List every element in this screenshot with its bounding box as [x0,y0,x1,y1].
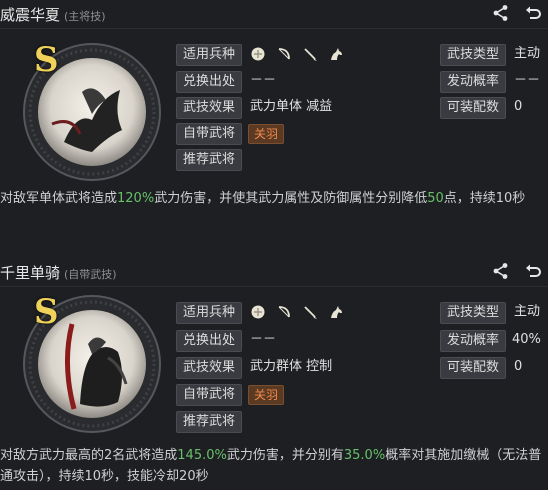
share-icon[interactable] [492,262,510,280]
back-icon[interactable] [524,262,542,280]
skill-title: 威震华夏 (主将技) [0,6,106,24]
bow-icon [278,48,290,60]
skill-description: 对敌方武力最高的2名武将造成145.0%武力伤害，并分别有35.0%概率对其施加… [0,448,542,484]
recommended-label: 推荐武将 [176,411,242,433]
skill-title: 千里单骑 (自带武技) [0,264,117,282]
troop-types-label: 适用兵种 [176,44,242,66]
spear-icon [304,48,317,61]
damage-highlight: 120% [117,191,155,206]
trigger-rate-label: 发动概率 [440,71,506,93]
header-divider [0,28,548,29]
trigger-rate-label: 发动概率 [440,330,506,352]
skill-card-2: 千里单骑 (自带武技) S 适用兵种 兑换出处 －－ 武技效果 武力群体 控制 自… [0,258,548,490]
source-value: －－ [250,73,277,88]
header-divider [0,286,548,287]
own-general-label: 自带武将 [176,123,242,145]
recommended-label: 推荐武将 [176,149,242,171]
value-highlight: 50 [427,191,444,206]
equip-count-label: 可装配数 [440,97,506,119]
source-label: 兑换出处 [176,71,242,93]
equip-count-value: 0 [514,359,523,374]
equip-count-label: 可装配数 [440,357,506,379]
skill-type-value: 主动 [514,46,541,61]
chance-highlight: 35.0% [343,448,386,463]
damage-highlight: 145.0% [177,448,227,463]
equip-count-value: 0 [514,99,523,114]
horse-icon [331,306,342,318]
skill-header: 千里单骑 (自带武技) [0,258,548,286]
trigger-rate-value: 40% [512,332,541,347]
skill-type-value: 主动 [514,304,541,319]
skill-type-label: 武技类型 [440,302,506,324]
own-general-tag[interactable]: 关羽 [248,124,285,144]
effect-value: 武力单体 减益 [250,99,333,114]
skill-subtitle: (自带武技) [64,268,117,281]
skill-header: 威震华夏 (主将技) [0,0,548,28]
troop-types-label: 适用兵种 [176,302,242,324]
shield-icon [251,305,265,319]
skill-description: 对敌军单体武将造成120%武力伤害，并使其武力属性及防御属性分别降低50点，持续… [0,191,526,206]
source-label: 兑换出处 [176,330,242,352]
effect-label: 武技效果 [176,357,242,379]
source-value: －－ [250,332,277,347]
trigger-rate-value: －－ [514,73,541,88]
share-icon[interactable] [492,4,510,22]
skill-subtitle: (主将技) [64,10,106,23]
shield-icon [251,47,265,61]
grade-badge: S [34,292,59,332]
back-icon[interactable] [524,4,542,22]
skill-type-label: 武技类型 [440,44,506,66]
effect-label: 武技效果 [176,97,242,119]
effect-value: 武力群体 控制 [250,359,333,374]
horse-icon [331,48,342,60]
skill-card-1: 威震华夏 (主将技) S 适用兵种 兑换出处 －－ 武技效果 武力单体 减益 自带… [0,0,548,245]
own-general-tag[interactable]: 关羽 [248,385,285,405]
own-general-label: 自带武将 [176,384,242,406]
spear-icon [304,306,317,319]
grade-badge: S [34,40,59,80]
bow-icon [278,306,290,318]
